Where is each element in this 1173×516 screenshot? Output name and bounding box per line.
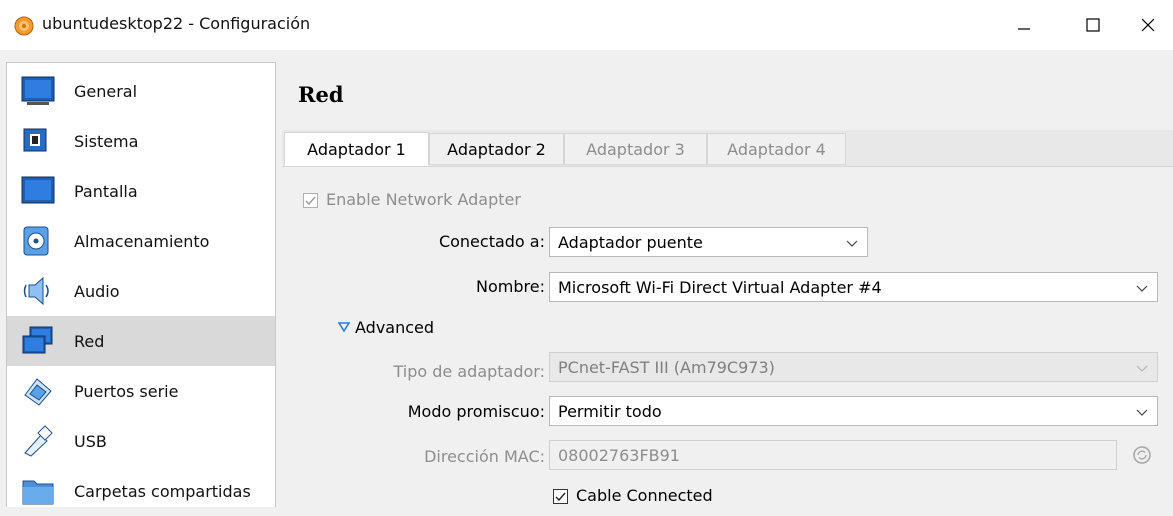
checkmark-icon	[305, 196, 316, 206]
cable-connected-label: Cable Connected	[576, 486, 713, 505]
sidebar-item-label: Audio	[74, 282, 120, 301]
maximize-button[interactable]	[1070, 8, 1116, 42]
attached-to-select[interactable]: Adaptador puente	[549, 227, 868, 257]
maximize-icon	[1086, 18, 1100, 32]
mac-address-label: Dirección MAC:	[424, 447, 545, 466]
serial-port-icon	[24, 378, 52, 406]
sidebar-item-usb[interactable]: USB	[7, 416, 275, 466]
promiscuous-mode-select[interactable]: Permitir todo	[549, 396, 1158, 426]
sidebar-item-pantalla[interactable]: Pantalla	[7, 166, 275, 216]
settings-sidebar: General Sistema Pantalla Almacenamiento …	[6, 62, 276, 507]
tab-adaptador-3[interactable]: Adaptador 3	[564, 133, 707, 165]
cable-connected-checkbox[interactable]	[553, 489, 568, 504]
enable-network-adapter-checkbox[interactable]	[303, 193, 318, 208]
enable-network-adapter-label: Enable Network Adapter	[326, 190, 521, 209]
tab-label: Adaptador 4	[727, 139, 826, 159]
tab-adaptador-1[interactable]: Adaptador 1	[284, 132, 429, 166]
sidebar-item-label: Pantalla	[74, 182, 138, 201]
tab-label: Adaptador 3	[586, 139, 685, 159]
refresh-icon	[1133, 446, 1151, 464]
tab-label: Adaptador 2	[447, 139, 546, 159]
shared-folder-icon	[22, 480, 54, 505]
title-bar: ubuntudesktop22 - Configuración	[0, 0, 1173, 50]
refresh-mac-button[interactable]	[1131, 444, 1153, 466]
chevron-down-icon	[1136, 409, 1148, 416]
sidebar-item-red[interactable]: Red	[7, 316, 275, 366]
adapter-type-select[interactable]: PCnet-FAST III (Am79C973)	[549, 352, 1158, 382]
chevron-down-icon	[846, 240, 858, 247]
mac-address-field[interactable]: 08002763FB91	[549, 440, 1117, 470]
minimize-button[interactable]	[1001, 8, 1047, 42]
network-icon	[22, 326, 53, 354]
sidebar-item-general[interactable]: General	[7, 66, 275, 116]
sidebar-item-label: Almacenamiento	[74, 232, 210, 251]
tab-adaptador-4[interactable]: Adaptador 4	[707, 133, 846, 165]
adapter-name-select[interactable]: Microsoft Wi-Fi Direct Virtual Adapter #…	[549, 272, 1158, 302]
sidebar-item-label: Red	[74, 332, 105, 351]
sidebar-item-label: Puertos serie	[74, 382, 179, 401]
sidebar-item-audio[interactable]: Audio	[7, 266, 275, 316]
sidebar-item-sistema[interactable]: Sistema	[7, 116, 275, 166]
promiscuous-mode-label: Modo promiscuo:	[407, 402, 545, 421]
virtualbox-app-icon	[14, 16, 34, 36]
adapter-name-label: Nombre:	[476, 277, 545, 296]
sidebar-item-label: General	[74, 82, 138, 101]
sidebar-item-label: Sistema	[74, 132, 139, 151]
sidebar-item-puertos-serie[interactable]: Puertos serie	[7, 366, 275, 416]
close-icon	[1141, 18, 1155, 32]
display-icon	[21, 176, 55, 204]
sidebar-item-label: USB	[74, 432, 107, 451]
adapter-type-value: PCnet-FAST III (Am79C973)	[558, 358, 775, 377]
minimize-icon	[1018, 28, 1030, 30]
sidebar-item-label: Carpetas compartidas	[74, 482, 251, 501]
page-title: Red	[298, 82, 344, 107]
mac-address-value: 08002763FB91	[558, 446, 680, 465]
network-settings-panel: Red Adaptador 1 Adaptador 2 Adaptador 3 …	[282, 62, 1173, 506]
chip-icon	[23, 128, 47, 152]
promiscuous-mode-value: Permitir todo	[558, 402, 662, 421]
attached-to-value: Adaptador puente	[558, 233, 703, 252]
general-monitor-icon	[21, 76, 55, 105]
storage-disk-icon	[23, 226, 49, 256]
sidebar-item-carpetas-compartidas[interactable]: Carpetas compartidas	[7, 466, 275, 516]
chevron-down-icon	[1136, 365, 1148, 372]
adapter-type-label: Tipo de adaptador:	[393, 362, 545, 381]
tab-adaptador-2[interactable]: Adaptador 2	[429, 133, 564, 165]
sidebar-item-almacenamiento[interactable]: Almacenamiento	[7, 216, 275, 266]
usb-icon	[24, 425, 53, 457]
window-title: ubuntudesktop22 - Configuración	[42, 14, 311, 33]
attached-to-label: Conectado a:	[438, 232, 545, 251]
adapter-name-value: Microsoft Wi-Fi Direct Virtual Adapter #…	[558, 278, 882, 297]
expand-triangle-icon	[338, 322, 350, 332]
advanced-label: Advanced	[355, 318, 435, 337]
tab-label: Adaptador 1	[307, 139, 406, 159]
adapter-tab-bar: Adaptador 1 Adaptador 2 Adaptador 3 Adap…	[282, 130, 1173, 167]
chevron-down-icon	[1136, 285, 1148, 292]
checkmark-icon	[555, 492, 566, 502]
speaker-icon	[23, 276, 49, 306]
close-button[interactable]	[1125, 8, 1171, 42]
